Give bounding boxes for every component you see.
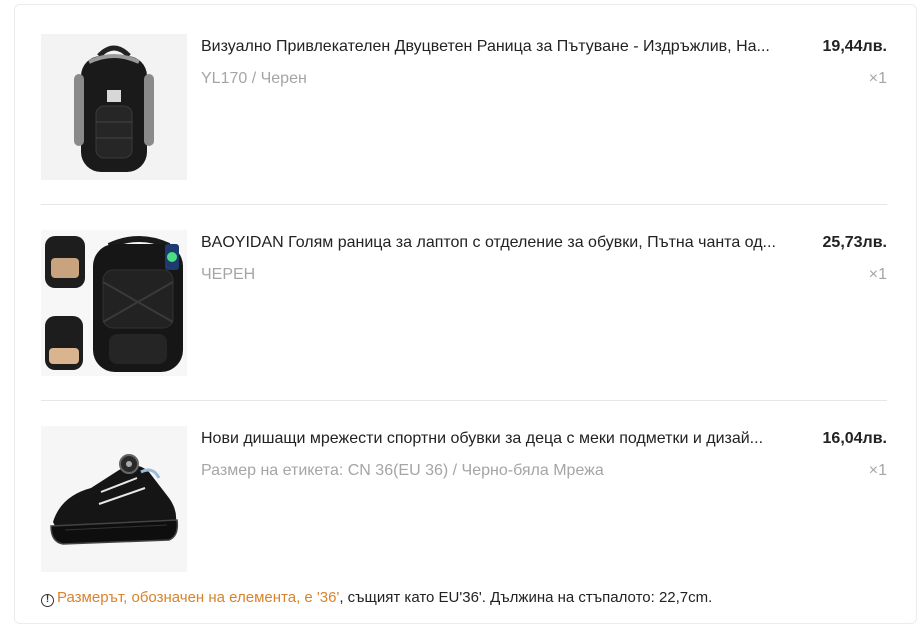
backpack-black-grey-icon	[41, 34, 187, 180]
product-quantity: ×1	[868, 266, 887, 283]
size-warning-text: Размерът, обозначен на елемента, е '36'	[57, 589, 340, 606]
size-info-note: ! Размерът, обозначен на елемента, е '36'…	[41, 589, 901, 607]
product-title[interactable]: Визуално Привлекателен Двуцветен Раница …	[201, 36, 813, 58]
product-image[interactable]	[41, 426, 187, 572]
laptop-backpack-usb-icon	[41, 230, 187, 376]
info-icon: !	[41, 594, 54, 607]
product-price: 19,44лв.	[822, 38, 887, 55]
product-image[interactable]	[41, 34, 187, 180]
product-variant: Размер на етикета: CN 36(EU 36) / Черно-…	[201, 462, 604, 479]
item-divider	[41, 400, 887, 401]
product-variant: YL170 / Черен	[201, 70, 307, 87]
product-title[interactable]: BAOYIDAN Голям раница за лаптоп с отделе…	[201, 232, 813, 254]
cart-item[interactable]: BAOYIDAN Голям раница за лаптоп с отделе…	[41, 230, 887, 376]
cart-item[interactable]: Нови дишащи мрежести спортни обувки за д…	[41, 426, 887, 572]
product-quantity: ×1	[868, 462, 887, 479]
size-detail-text: , същият като EU'36'. Дължина на стъпало…	[339, 589, 713, 606]
kids-sneaker-icon	[41, 426, 187, 572]
product-price: 16,04лв.	[822, 430, 887, 447]
product-variant: ЧЕРЕН	[201, 266, 256, 283]
product-image[interactable]	[41, 230, 187, 376]
product-quantity: ×1	[868, 70, 887, 87]
cart-item[interactable]: Визуално Привлекателен Двуцветен Раница …	[41, 34, 887, 180]
item-divider	[41, 204, 887, 205]
product-title[interactable]: Нови дишащи мрежести спортни обувки за д…	[201, 428, 813, 450]
product-price: 25,73лв.	[822, 234, 887, 251]
